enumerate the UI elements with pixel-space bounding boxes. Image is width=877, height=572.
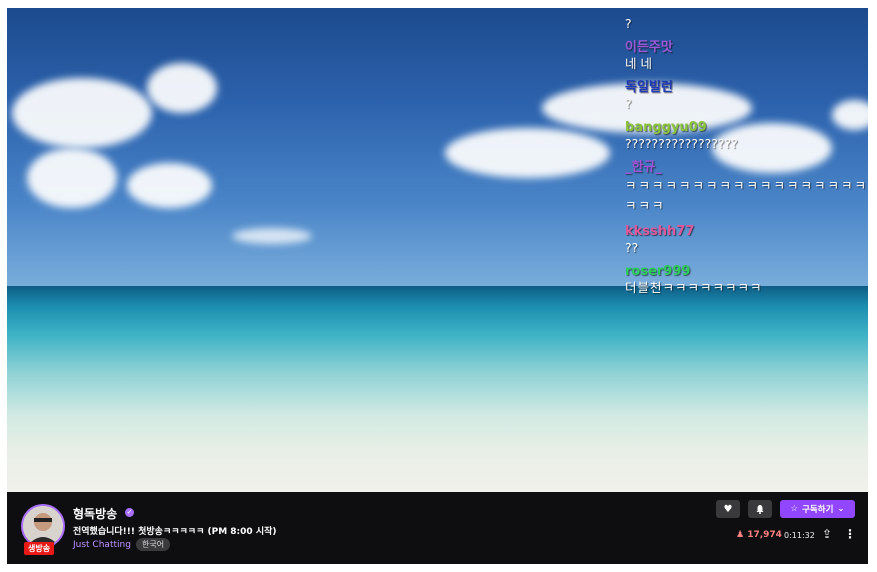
more-vertical-icon[interactable]: ⋮ — [844, 527, 856, 541]
streamer-name[interactable]: 형독방송 — [73, 505, 117, 522]
chat-nick: 독일빌런 — [625, 80, 673, 95]
chat-nick: banggyu09 — [625, 120, 707, 135]
bell-icon — [756, 505, 764, 514]
chat-message: 더블천ㅋㅋㅋㅋㅋㅋㅋㅋ — [625, 280, 763, 295]
video-player[interactable]: ? 이든주맛 네 네 독일빌런 ? banggyu09 ????????????… — [7, 8, 868, 492]
chat-nick: kksshh77 — [625, 224, 695, 239]
chat-message: ?? — [625, 240, 639, 255]
stream-title: 전역했습니다!!! 첫방송ㅋㅋㅋㅋㅋ (PM 8:00 시작) — [73, 527, 277, 537]
chat-message: 네 네 — [625, 56, 652, 71]
language-tag[interactable]: 한국어 — [136, 538, 171, 551]
chat-nick: 이든주맛 — [625, 40, 673, 55]
subscribe-label: 구독하기 — [802, 505, 834, 515]
star-icon: ☆ — [790, 504, 799, 514]
chat-message: ? — [625, 16, 632, 31]
chat-message: ? — [625, 96, 632, 111]
chat-nick: _한규_ — [625, 160, 662, 175]
chat-overlay: ? 이든주맛 네 네 독일빌런 ? banggyu09 ????????????… — [625, 16, 868, 296]
subscribe-button[interactable]: ☆ 구독하기 ⌄ — [780, 500, 855, 518]
chevron-down-icon: ⌄ — [837, 504, 845, 514]
person-icon: ♟ — [736, 530, 745, 540]
verified-icon: ✓ — [125, 508, 134, 517]
viewer-count: ♟ 17,974 — [736, 530, 782, 540]
category-link[interactable]: Just Chatting — [73, 540, 131, 550]
share-icon[interactable]: ⇪ — [822, 527, 832, 541]
notification-button[interactable] — [748, 500, 772, 518]
channel-info-bar: 생방송 형독방송 ✓ 전역했습니다!!! 첫방송ㅋㅋㅋㅋㅋ (PM 8:00 시… — [7, 492, 868, 564]
live-badge: 생방송 — [24, 542, 55, 555]
sea-background — [7, 286, 868, 492]
chat-nick: roser999 — [625, 264, 691, 279]
chat-message: ????????????????? — [625, 136, 738, 151]
heart-icon: ♥ — [723, 503, 733, 515]
stream-uptime: 0:11:32 — [784, 531, 815, 540]
follow-button[interactable]: ♥ — [716, 500, 740, 518]
chat-message: ㅋㅋㅋㅋㅋㅋㅋㅋㅋㅋㅋㅋㅋㅋㅋㅋㅋㅋㅋㅋㅋ — [625, 178, 868, 213]
